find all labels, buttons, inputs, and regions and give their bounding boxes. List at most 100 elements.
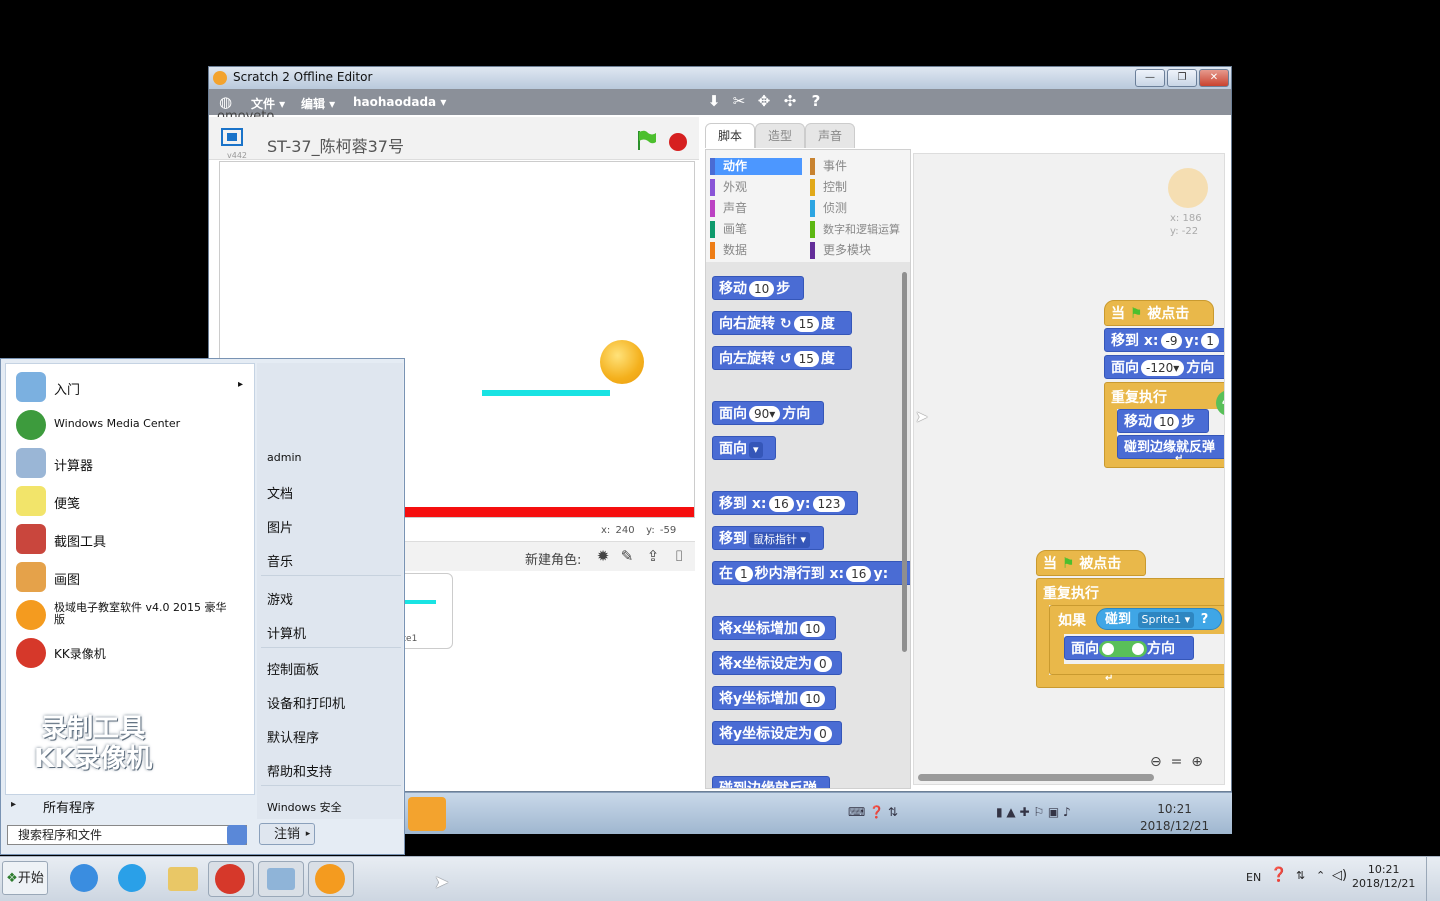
category-operators[interactable]: 数字和逻辑运算 [810, 221, 910, 238]
if-block[interactable]: 如果 碰到 Sprite1 ▾ ? 面向 方向 [1049, 605, 1224, 675]
block-input[interactable]: 10 [749, 281, 775, 297]
palette-scrollbar[interactable] [902, 272, 907, 652]
place-help-support[interactable]: 帮助和支持 [267, 761, 332, 780]
upload-sprite-icon[interactable]: ⇪ [643, 546, 663, 566]
qq-browser-taskbar-icon[interactable] [110, 861, 154, 895]
category-control[interactable]: 控制 [810, 179, 910, 196]
help-tray-icon[interactable]: ❓ [1270, 867, 1287, 883]
block-dropdown[interactable]: ▾ [749, 442, 763, 458]
zoom-reset-icon[interactable]: = [1171, 754, 1183, 770]
choose-sprite-icon[interactable]: ✹ [593, 546, 613, 566]
block-bounce-partial[interactable]: 碰到边缘就反弹 [712, 776, 830, 788]
block-turn-right[interactable]: 向右旋转 ↻ 15 度 [712, 311, 852, 335]
block-input[interactable]: 123 [812, 496, 846, 512]
start-item-calculator[interactable]: 计算器 [12, 446, 248, 482]
maximize-button[interactable]: ❐ [1167, 69, 1197, 87]
hat-when-flag-clicked-2[interactable]: 当 ⚑ 被点击 [1036, 550, 1146, 576]
volume-icon[interactable]: ◁) [1332, 868, 1347, 883]
category-sound[interactable]: 声音 [710, 200, 802, 217]
start-item-getting-started[interactable]: 入门 ▸ [12, 370, 248, 406]
block-input[interactable]: -9 [1160, 333, 1183, 349]
place-computer[interactable]: 计算机 [267, 623, 306, 642]
category-more-blocks[interactable]: 更多模块 [810, 242, 910, 259]
start-search-input[interactable]: 搜索程序和文件 [7, 825, 247, 845]
tab-scripts[interactable]: 脚本 [705, 123, 755, 148]
block-move-steps[interactable]: 移动 10 步 [712, 276, 804, 300]
block-input[interactable]: 10 [800, 621, 826, 637]
block-bounce-script1[interactable]: 碰到边缘就反弹 [1117, 435, 1224, 459]
block-input[interactable]: 1 [1201, 333, 1219, 349]
start-item-sticky-notes[interactable]: 便笺 [12, 484, 248, 520]
project-title[interactable]: ST-37_陈柯蓉37号 [267, 133, 404, 157]
operator-reporter[interactable] [1099, 641, 1147, 657]
forever-loop-script2[interactable]: 重复执行 如果 碰到 Sprite1 ▾ ? 面向 方向 ↵ [1036, 578, 1224, 688]
category-events[interactable]: 事件 [810, 158, 910, 175]
block-input[interactable]: 0 [814, 726, 832, 742]
start-item-snipping-tool[interactable]: 截图工具 [12, 522, 248, 558]
green-flag-icon[interactable] [635, 129, 657, 151]
scratch-taskbar-icon[interactable] [408, 797, 446, 831]
camera-sprite-icon[interactable]: ⌷ [669, 546, 689, 566]
category-pen[interactable]: 画笔 [710, 221, 802, 238]
menu-edit[interactable]: 编辑 ▾ [301, 95, 335, 112]
block-input[interactable]: -120▾ [1141, 360, 1185, 376]
show-hidden-icons[interactable]: ⌃ [1316, 869, 1325, 882]
forever-loop-script1[interactable]: 重复执行 移动 10 步 碰到边缘就反弹 ↵ [1104, 382, 1224, 468]
place-music[interactable]: 音乐 [267, 551, 293, 570]
start-item-paint[interactable]: 画图 [12, 560, 248, 596]
grow-tool-icon[interactable]: ✥ [755, 92, 773, 110]
block-change-x[interactable]: 将x坐标增加 10 [712, 616, 836, 640]
block-point-towards[interactable]: 面向 ▾ [712, 436, 776, 460]
help-tool-icon[interactable]: ? [807, 92, 825, 110]
block-set-y[interactable]: 将y坐标设定为 0 [712, 721, 842, 745]
block-glide[interactable]: 在 1 秒内滑行到 x: 16 y: [712, 561, 910, 585]
place-devices-printers[interactable]: 设备和打印机 [267, 693, 345, 712]
block-input[interactable]: 1 [735, 566, 753, 582]
place-control-panel[interactable]: 控制面板 [267, 659, 319, 678]
shutdown-options-icon[interactable]: ▸ [301, 823, 315, 845]
block-input[interactable]: 15 [793, 351, 819, 367]
block-input[interactable]: 10 [800, 691, 826, 707]
tab-sounds[interactable]: 声音 [805, 123, 855, 148]
touching-sensor[interactable]: 碰到 Sprite1 ▾ ? [1096, 608, 1222, 630]
block-input[interactable]: 90▾ [749, 406, 781, 422]
block-set-x[interactable]: 将x坐标设定为 0 [712, 651, 842, 675]
block-dropdown[interactable]: 鼠标指针 ▾ [749, 532, 811, 548]
hat-when-flag-clicked-1[interactable]: 当 ⚑ 被点击 [1104, 300, 1214, 326]
fullscreen-icon[interactable] [221, 128, 243, 146]
sensor-dropdown[interactable]: Sprite1 ▾ [1137, 612, 1195, 628]
paddle-sprite[interactable] [482, 390, 610, 396]
ball-sprite[interactable] [600, 340, 644, 384]
explorer-taskbar-icon[interactable] [160, 861, 204, 895]
close-button[interactable]: ✕ [1199, 69, 1229, 87]
block-turn-left[interactable]: 向左旋转 ↺ 15 度 [712, 346, 852, 370]
tray-options-icon[interactable]: ⇅ [1296, 869, 1305, 882]
script-area[interactable]: x: 186 y: -22 当 ⚑ 被点击 移到 x: -9 y: 1 面向 -120▾… [913, 153, 1225, 785]
block-goto-xy[interactable]: 移到 x: 16 y: 123 [712, 491, 858, 515]
remote-viewer-taskbar-icon[interactable] [258, 861, 304, 897]
category-motion[interactable]: 动作 [710, 158, 802, 175]
place-documents[interactable]: 文档 [267, 483, 293, 502]
delete-tool-icon[interactable]: ✂ [730, 92, 748, 110]
search-icon[interactable] [227, 825, 247, 845]
ie-taskbar-icon[interactable] [62, 861, 106, 895]
show-desktop-button[interactable] [1426, 857, 1440, 901]
zoom-in-icon[interactable]: ⊕ [1191, 754, 1203, 770]
kk-recorder-taskbar-icon[interactable] [208, 861, 254, 897]
place-pictures[interactable]: 图片 [267, 517, 293, 536]
system-clock[interactable]: 10:21 2018/12/21 [1352, 863, 1415, 891]
menu-user[interactable]: haohaodada ▾ [353, 95, 446, 109]
block-change-y[interactable]: 将y坐标增加 10 [712, 686, 836, 710]
start-button[interactable]: ❖开始 [2, 861, 48, 895]
block-point-direction-script2[interactable]: 面向 方向 [1064, 636, 1194, 660]
minimize-button[interactable]: — [1135, 69, 1165, 87]
duplicate-tool-icon[interactable]: ⬇ [705, 92, 723, 110]
language-indicator[interactable]: EN [1246, 871, 1261, 884]
start-item-classroom[interactable]: 极域电子教室软件 v4.0 2015 豪华版 [12, 598, 248, 634]
zoom-out-icon[interactable]: ⊖ [1150, 754, 1162, 770]
classroom-taskbar-icon[interactable] [308, 861, 354, 897]
tab-costumes[interactable]: 造型 [755, 123, 805, 148]
block-goto-target[interactable]: 移到 鼠标指针 ▾ [712, 526, 824, 550]
category-data[interactable]: 数据 [710, 242, 802, 259]
block-input[interactable]: 16 [768, 496, 794, 512]
